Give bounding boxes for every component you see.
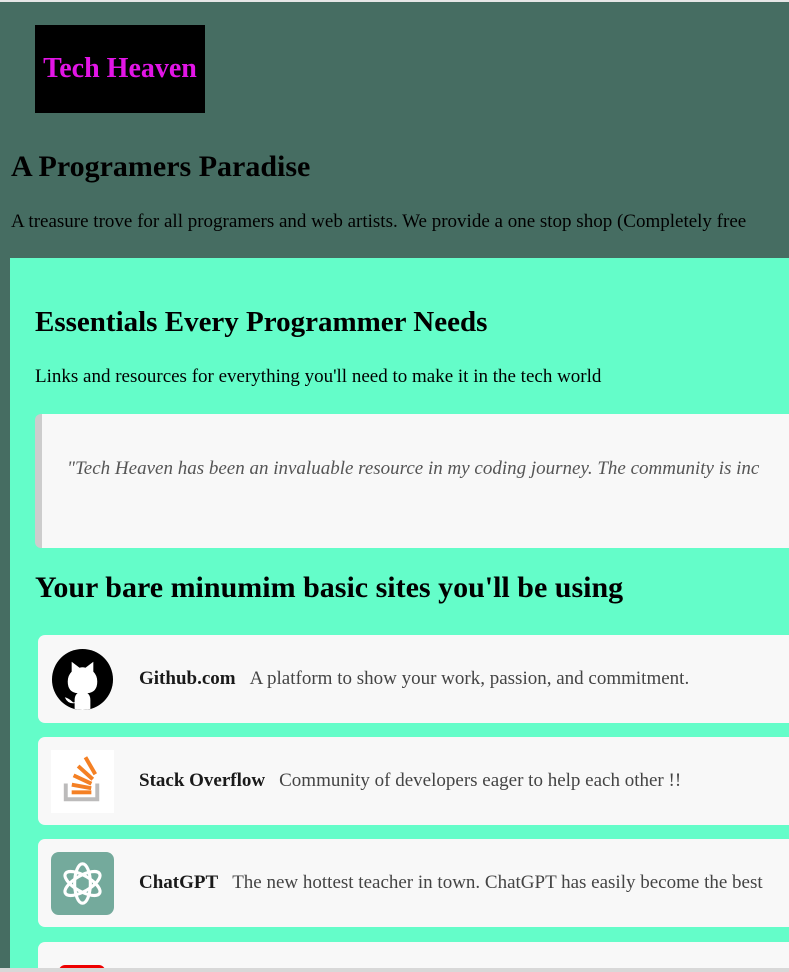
site-card-stack-overflow[interactable]: Stack Overflow Community of developers e…: [38, 737, 789, 825]
site-name: ChatGPT: [139, 872, 219, 893]
site-card-chatgpt[interactable]: ChatGPT The new hottest teacher in town.…: [38, 839, 789, 927]
chatgpt-icon: [51, 852, 114, 915]
sites-heading: Your bare minumim basic sites you'll be …: [35, 571, 624, 604]
site-name: Stack Overflow: [139, 770, 266, 791]
essentials-subtitle: Links and resources for everything you'l…: [35, 366, 602, 387]
site-name: Github.com: [139, 668, 236, 689]
page-title: A Programers Paradise: [11, 150, 311, 183]
site-description: A platform to show your work, passion, a…: [249, 668, 690, 689]
site-card-github[interactable]: Github.com A platform to show your work,…: [38, 635, 789, 723]
essentials-heading: Essentials Every Programmer Needs: [35, 306, 488, 338]
site-logo[interactable]: Tech Heaven: [35, 25, 205, 113]
top-border: [0, 0, 789, 2]
tagline: A treasure trove for all programers and …: [11, 211, 747, 232]
site-description: The new hottest teacher in town. ChatGPT…: [232, 872, 763, 893]
logo-text: Tech Heaven: [43, 53, 197, 84]
github-icon: [51, 648, 114, 711]
essentials-section: Essentials Every Programmer Needs Links …: [10, 258, 789, 972]
stack-overflow-icon: [51, 750, 114, 813]
testimonial-text: "Tech Heaven has been an invaluable reso…: [67, 458, 760, 479]
horizontal-scrollbar[interactable]: [0, 968, 789, 972]
testimonial-quote: "Tech Heaven has been an invaluable reso…: [35, 414, 789, 548]
site-description: Community of developers eager to help ea…: [279, 770, 682, 791]
